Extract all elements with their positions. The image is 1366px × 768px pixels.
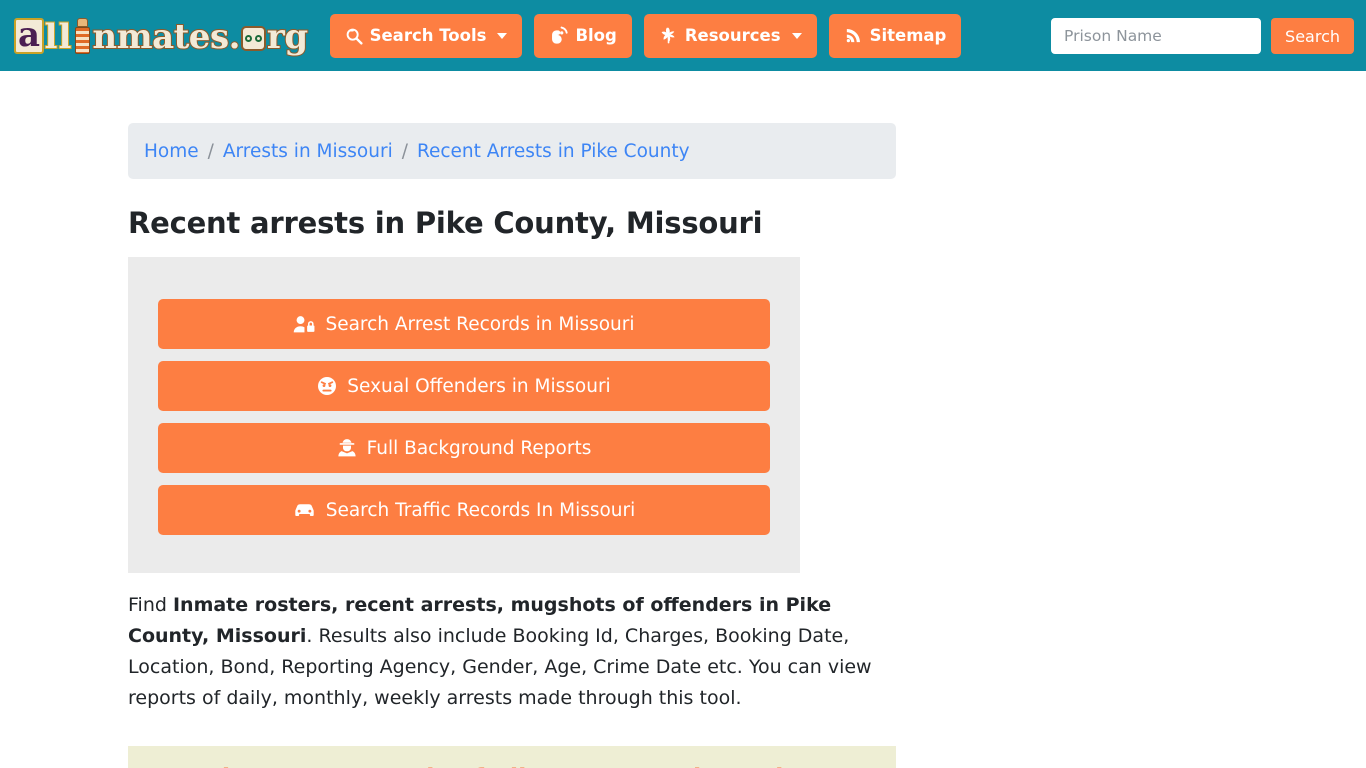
chevron-down-icon — [791, 32, 802, 39]
nav-search-tools-button[interactable]: Search Tools — [329, 13, 523, 58]
header-search-form: Search — [1051, 18, 1354, 54]
breadcrumb-item-home[interactable]: Home — [144, 141, 199, 162]
action-button-label: Search Arrest Records in Missouri — [325, 313, 635, 335]
prison-name-search-input[interactable] — [1051, 18, 1262, 54]
nav-resources-button[interactable]: Resources — [643, 13, 817, 58]
user-secret-icon — [337, 438, 357, 458]
action-button-label: Search Traffic Records In Missouri — [325, 499, 636, 521]
nav-sitemap-button[interactable]: Sitemap — [828, 13, 962, 58]
nav-label: Sitemap — [869, 26, 947, 45]
inmate-figure-icon — [74, 17, 91, 54]
logo-text-nmates: nmates. — [91, 16, 241, 57]
nav-label: Blog — [575, 26, 617, 45]
page-description: Find Inmate rosters, recent arrests, mug… — [128, 590, 888, 714]
search-arrest-records-button[interactable]: Search Arrest Records in Missouri — [158, 299, 770, 349]
blog-icon — [549, 26, 569, 45]
action-buttons-panel: Search Arrest Records in Missouri Sexual… — [128, 257, 800, 573]
breadcrumb-item-arrests-in-missouri[interactable]: Arrests in Missouri — [223, 141, 393, 162]
rss-icon — [844, 26, 863, 45]
header-search-button[interactable]: Search — [1271, 18, 1354, 54]
leaf-icon — [659, 26, 678, 45]
logo-text-rg: rg — [266, 16, 309, 57]
desc-lead: Find — [128, 594, 173, 616]
sexual-offenders-button[interactable]: Sexual Offenders in Missouri — [158, 361, 770, 411]
breadcrumb: Home / Arrests in Missouri / Recent Arre… — [128, 123, 896, 179]
user-lock-icon — [293, 315, 315, 334]
nav-label: Resources — [684, 26, 781, 45]
full-background-reports-button[interactable]: Full Background Reports — [158, 423, 770, 473]
logo-letters-ll: ll — [44, 16, 73, 57]
logo-letter-a: a — [14, 18, 44, 54]
site-header: a ll nmates. rg Search Tools Blog Resour… — [0, 0, 1366, 71]
breadcrumb-separator: / — [401, 140, 408, 162]
action-button-label: Sexual Offenders in Missouri — [347, 375, 611, 397]
action-button-label: Full Background Reports — [366, 437, 592, 459]
search-traffic-records-button[interactable]: Search Traffic Records In Missouri — [158, 485, 770, 535]
content-container: Home / Arrests in Missouri / Recent Arre… — [128, 123, 896, 768]
logo-wordmark: a ll nmates. rg — [14, 16, 309, 57]
site-logo[interactable]: a ll nmates. rg — [14, 13, 309, 59]
angry-face-icon — [317, 376, 337, 396]
search-records-section: Search Arrest Records of Pike County, Mi… — [128, 746, 896, 768]
chevron-down-icon — [497, 32, 508, 39]
section-heading: Search Arrest Records of Pike County, Mi… — [146, 764, 878, 768]
breadcrumb-separator: / — [207, 140, 214, 162]
nav-label: Search Tools — [369, 26, 487, 45]
page-title: Recent arrests in Pike County, Missouri — [128, 206, 763, 240]
nav-blog-button[interactable]: Blog — [534, 13, 632, 58]
prisoner-face-icon — [240, 25, 266, 51]
car-icon — [293, 501, 316, 519]
search-icon — [345, 27, 363, 45]
page-body: Home / Arrests in Missouri / Recent Arre… — [0, 123, 1366, 768]
breadcrumb-item-recent-arrests-pike-county[interactable]: Recent Arrests in Pike County — [417, 141, 690, 162]
